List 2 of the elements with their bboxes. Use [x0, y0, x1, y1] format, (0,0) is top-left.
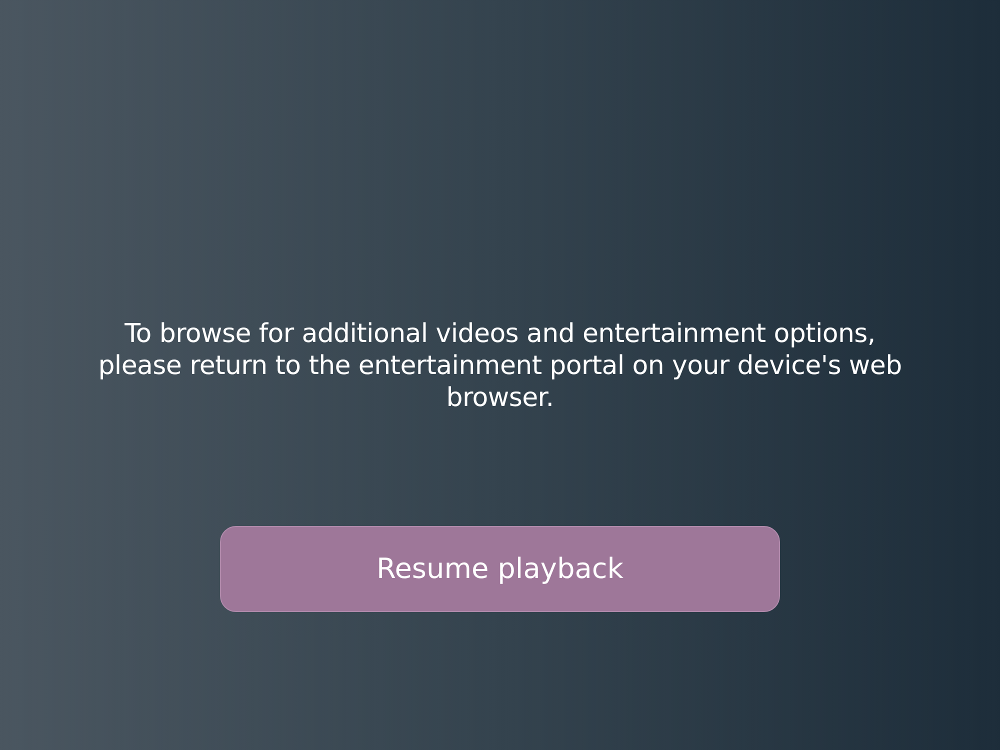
info-message: To browse for additional videos and entertainment options, please return to the entertainment portal on your device's web browser. [97, 318, 903, 414]
resume-playback-button[interactable]: Resume playback [220, 526, 780, 612]
